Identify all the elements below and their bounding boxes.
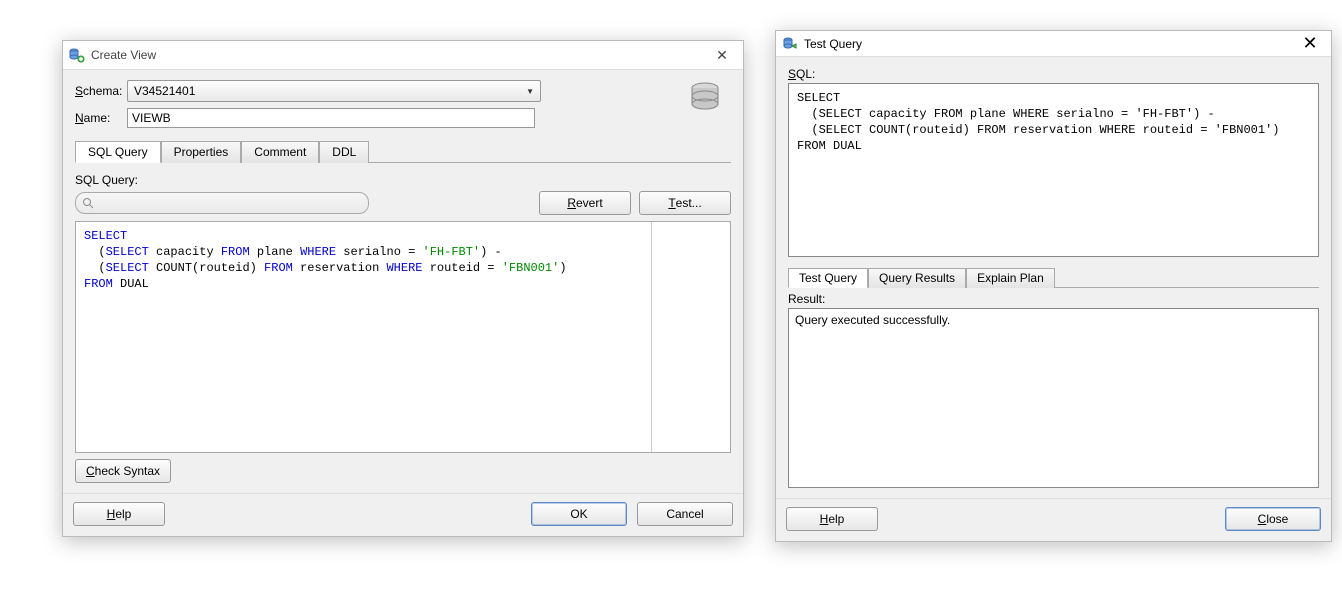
check-syntax-row: Check Syntax bbox=[75, 459, 731, 483]
create-view-footer: Help OK Cancel bbox=[63, 493, 743, 536]
create-view-body: Schema: V34521401 ▼ Name: SQL Query Prop… bbox=[63, 70, 743, 493]
chevron-down-icon: ▼ bbox=[526, 87, 534, 96]
schema-row: Schema: V34521401 ▼ bbox=[75, 80, 731, 102]
help-button[interactable]: Help bbox=[786, 507, 878, 531]
name-input[interactable] bbox=[127, 108, 535, 128]
tab-query-results[interactable]: Query Results bbox=[868, 268, 966, 288]
result-box[interactable]: Query executed successfully. bbox=[788, 308, 1319, 488]
tab-sql-query[interactable]: SQL Query bbox=[75, 141, 161, 163]
test-query-titlebar[interactable]: Test Query ✕ bbox=[776, 31, 1331, 57]
tab-body-sql-query: SQL Query: Revert Test... SELECT (SELECT… bbox=[75, 163, 731, 483]
sql-editor[interactable]: SELECT (SELECT capacity FROM plane WHERE… bbox=[75, 221, 731, 453]
sql-readonly-editor[interactable]: SELECT (SELECT capacity FROM plane WHERE… bbox=[788, 83, 1319, 257]
help-button[interactable]: Help bbox=[73, 502, 165, 526]
test-query-footer: Help Close bbox=[776, 498, 1331, 541]
name-label: Name: bbox=[75, 111, 127, 125]
create-view-titlebar[interactable]: Create View ✕ bbox=[63, 41, 743, 70]
cancel-button[interactable]: Cancel bbox=[637, 502, 733, 526]
schema-label: Schema: bbox=[75, 84, 127, 98]
create-view-dialog: Create View ✕ Schema: V34521401 ▼ Name: … bbox=[62, 40, 744, 537]
revert-button[interactable]: Revert bbox=[539, 191, 631, 215]
tab-ddl[interactable]: DDL bbox=[319, 141, 369, 163]
sql-editor-content: SELECT (SELECT capacity FROM plane WHERE… bbox=[84, 228, 567, 446]
sql-label: SQL: bbox=[788, 67, 1319, 81]
tab-explain-plan[interactable]: Explain Plan bbox=[966, 268, 1055, 288]
editor-divider bbox=[651, 222, 652, 452]
ok-button[interactable]: OK bbox=[531, 502, 627, 526]
close-button[interactable]: Close bbox=[1225, 507, 1321, 531]
result-label: Result: bbox=[788, 292, 1319, 306]
sql-query-label: SQL Query: bbox=[75, 173, 731, 187]
test-query-title: Test Query bbox=[804, 37, 1295, 51]
close-icon[interactable]: ✕ bbox=[1295, 34, 1325, 54]
db-query-icon bbox=[782, 36, 798, 52]
create-view-tabs: SQL Query Properties Comment DDL bbox=[75, 140, 731, 163]
close-icon[interactable]: ✕ bbox=[707, 45, 737, 65]
create-view-title: Create View bbox=[91, 48, 707, 62]
database-icon bbox=[687, 80, 723, 116]
test-query-dialog: Test Query ✕ SQL: SELECT (SELECT capacit… bbox=[775, 30, 1332, 542]
check-syntax-button[interactable]: Check Syntax bbox=[75, 459, 171, 483]
tab-comment[interactable]: Comment bbox=[241, 141, 319, 163]
test-query-tabs: Test Query Query Results Explain Plan bbox=[788, 267, 1319, 288]
test-button[interactable]: Test... bbox=[639, 191, 731, 215]
test-query-body: SQL: SELECT (SELECT capacity FROM plane … bbox=[776, 57, 1331, 498]
schema-value: V34521401 bbox=[134, 84, 195, 98]
tab-test-query[interactable]: Test Query bbox=[788, 268, 868, 288]
sql-toolbar: Revert Test... bbox=[75, 191, 731, 215]
name-row: Name: bbox=[75, 108, 731, 128]
search-input[interactable] bbox=[75, 192, 369, 214]
search-icon bbox=[82, 197, 94, 209]
tab-properties[interactable]: Properties bbox=[161, 141, 242, 163]
schema-select[interactable]: V34521401 ▼ bbox=[127, 80, 541, 102]
result-text: Query executed successfully. bbox=[795, 313, 950, 327]
db-view-icon bbox=[69, 47, 85, 63]
